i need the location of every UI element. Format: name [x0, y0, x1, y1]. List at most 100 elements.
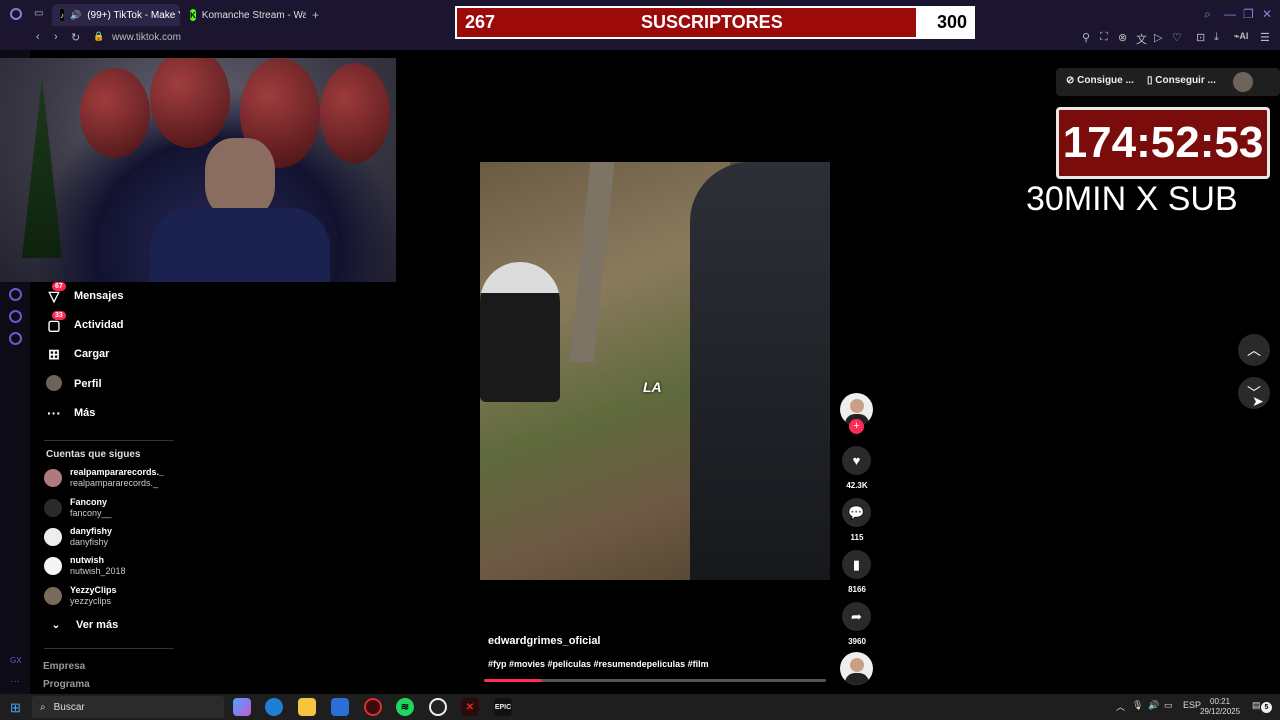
video-hashtags[interactable]: #fyp #movies #peliculas #resumendepelicu…: [488, 659, 709, 669]
tray-expand-icon[interactable]: ︿: [1116, 700, 1125, 713]
nav-more[interactable]: ··· Más: [46, 401, 95, 425]
coin-icon: ⊘: [1066, 75, 1078, 86]
bookmark-icon: ▮: [852, 556, 861, 572]
nav-profile[interactable]: Perfil: [46, 372, 102, 396]
app-x-icon[interactable]: ✕: [461, 698, 479, 716]
avatar: [44, 469, 62, 487]
heart-icon: ♥: [852, 453, 861, 468]
subscriber-count: 267: [465, 12, 496, 32]
video-player[interactable]: [480, 162, 830, 580]
rail-settings-icon[interactable]: [9, 332, 22, 345]
copilot-icon[interactable]: [233, 698, 251, 716]
browser-logo-icon[interactable]: [10, 8, 22, 20]
avatar-icon: [46, 374, 62, 394]
wallet-icon[interactable]: ⊡: [1196, 31, 1205, 44]
rail-gx-icon[interactable]: GX: [10, 656, 22, 665]
url-field[interactable]: www.tiktok.com: [112, 32, 181, 43]
network-icon[interactable]: ▭: [1164, 700, 1173, 711]
like-count: 42.3K: [846, 481, 868, 490]
forward-icon[interactable]: ›: [54, 31, 58, 43]
notification-center-icon[interactable]: ▤: [1252, 700, 1261, 711]
download-icon[interactable]: ⤓: [1214, 31, 1219, 44]
avatar: [44, 528, 62, 546]
taskbar-clock[interactable]: 00:21 29/12/2025: [1200, 697, 1240, 717]
ai-icon[interactable]: ⌁AI: [1234, 31, 1248, 42]
edge-icon[interactable]: [265, 698, 283, 716]
language-indicator[interactable]: ESP: [1183, 700, 1201, 710]
avatar: [44, 499, 62, 517]
divider: [44, 440, 174, 441]
translate-icon[interactable]: 文: [1136, 31, 1147, 47]
sound-avatar[interactable]: [840, 652, 873, 685]
play-icon[interactable]: ▷: [1154, 31, 1162, 44]
comment-button[interactable]: 💬: [842, 498, 871, 527]
maximize-icon[interactable]: ❐: [1243, 7, 1254, 21]
following-item[interactable]: YezzyClips yezzyclips: [44, 583, 194, 609]
tab-kick[interactable]: K Komanche Stream - Watch: [182, 4, 306, 26]
tab-label: (99+) TikTok - Make Yo: [87, 9, 180, 21]
following-item[interactable]: realpampararecords._ realpampararecords._: [44, 465, 194, 491]
opera-gx-icon[interactable]: [364, 698, 382, 716]
subscriber-goal-bar: 267 SUSCRIPTORES 300: [455, 6, 975, 39]
rail-icon[interactable]: [9, 288, 22, 301]
following-item[interactable]: nutwish nutwish_2018: [44, 553, 194, 579]
menu-icon[interactable]: ☰: [1260, 31, 1270, 44]
avatar: [44, 587, 62, 605]
rail-more-icon[interactable]: ···: [10, 676, 20, 687]
share-button[interactable]: ➦: [842, 602, 871, 631]
minimize-icon[interactable]: —: [1224, 7, 1236, 21]
obs-icon[interactable]: [429, 698, 447, 716]
get-app-button[interactable]: ▯ Conseguir ...: [1147, 75, 1216, 86]
follow-plus-icon[interactable]: +: [849, 419, 864, 434]
spotify-icon[interactable]: ≋: [396, 698, 414, 716]
nav-activity[interactable]: ▢ 33 Actividad: [46, 310, 124, 337]
screenshot-icon[interactable]: ⛶: [1100, 31, 1108, 44]
pin-icon[interactable]: ⚲: [1082, 31, 1090, 44]
nav-upload[interactable]: ⊞ Cargar: [46, 342, 109, 366]
heart-icon[interactable]: ♡: [1172, 31, 1182, 44]
save-button[interactable]: ▮: [842, 550, 871, 579]
kick-favicon-icon: K: [190, 9, 196, 21]
video-caption: LA: [643, 379, 662, 395]
adblock-icon[interactable]: ⊗: [1118, 31, 1127, 44]
windows-start-icon[interactable]: ⊞: [10, 700, 21, 716]
search-icon[interactable]: ⌕: [1204, 7, 1211, 22]
close-icon[interactable]: ✕: [1262, 7, 1272, 21]
see-more-button[interactable]: ⌄ Ver más: [48, 613, 118, 637]
subathon-timer: 174:52:53: [1056, 107, 1270, 179]
save-count: 8166: [848, 585, 866, 594]
user-avatar[interactable]: [1233, 72, 1253, 92]
reload-icon[interactable]: ↻: [71, 31, 80, 44]
epic-games-icon[interactable]: EPIC: [494, 698, 512, 716]
file-explorer-icon[interactable]: [298, 698, 316, 716]
footer-link[interactable]: Programa: [43, 679, 90, 690]
nav-messages[interactable]: ▽ 67 Mensajes: [46, 281, 124, 308]
back-icon[interactable]: ‹: [36, 31, 40, 43]
rail-icon[interactable]: [9, 310, 22, 323]
workspaces-icon[interactable]: ▭: [34, 8, 43, 19]
get-coins-button[interactable]: ⊘ Consigue ...: [1066, 75, 1134, 86]
tab-tiktok[interactable]: ♪ 🔊 (99+) TikTok - Make Yo: [52, 4, 180, 26]
microphone-icon[interactable]: 🎙: [1132, 700, 1143, 711]
subathon-rate: 30MIN X SUB: [1026, 180, 1238, 218]
like-button[interactable]: ♥: [842, 446, 871, 475]
new-tab-icon[interactable]: +: [312, 8, 319, 22]
taskbar-search[interactable]: ⌕ Buscar: [32, 696, 224, 718]
previous-video-button[interactable]: ︿: [1238, 334, 1270, 366]
activity-badge: 33: [52, 310, 66, 320]
following-item[interactable]: Fancony fancony__: [44, 495, 194, 521]
share-icon: ➦: [851, 608, 862, 624]
volume-icon[interactable]: 🔊: [1148, 700, 1159, 711]
nav-label: Cargar: [74, 348, 110, 360]
nav-label: Mensajes: [74, 290, 124, 302]
mail-icon[interactable]: [331, 698, 349, 716]
more-icon: ···: [47, 405, 61, 421]
following-item[interactable]: danyfishy danyfishy: [44, 524, 194, 550]
nav-label: Actividad: [74, 319, 124, 331]
subscriber-goal: 300: [936, 12, 967, 32]
video-author[interactable]: edwardgrimes_oficial: [488, 635, 601, 647]
video-progress-bar[interactable]: [484, 679, 826, 682]
divider: [44, 648, 174, 649]
webcam-overlay: [0, 58, 396, 282]
footer-link[interactable]: Empresa: [43, 661, 85, 672]
